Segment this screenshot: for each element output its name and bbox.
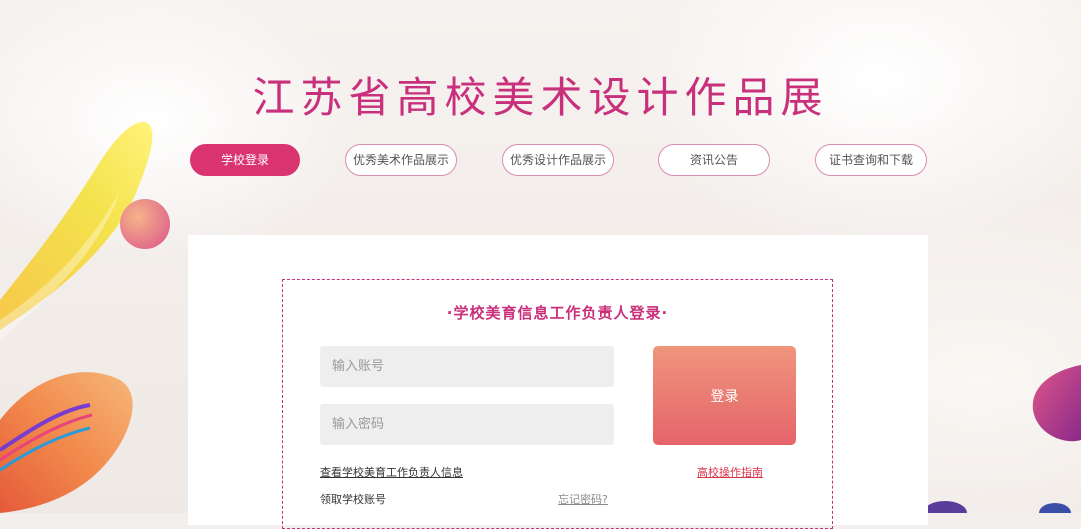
- nav-tab-news[interactable]: 资讯公告: [658, 144, 770, 176]
- password-input[interactable]: [320, 404, 614, 445]
- guide-link[interactable]: 高校操作指南: [697, 464, 763, 480]
- main-nav: 学校登录 优秀美术作品展示 优秀设计作品展示 资讯公告 证书查询和下载: [0, 144, 1081, 176]
- page-title: 江苏省高校美术设计作品展: [252, 73, 829, 123]
- login-form: ·学校美育信息工作负责人登录· 登录 查看学校美育工作负责人信息 高校操作指南 …: [282, 279, 833, 529]
- get-account-text: 领取学校账号: [320, 493, 386, 506]
- login-heading: ·学校美育信息工作负责人登录·: [446, 304, 669, 322]
- nav-tab-certificate[interactable]: 证书查询和下载: [815, 144, 927, 176]
- login-button[interactable]: 登录: [653, 346, 796, 445]
- nav-tab-art-works[interactable]: 优秀美术作品展示: [345, 144, 457, 176]
- forgot-password-link[interactable]: 忘记密码?: [558, 491, 608, 507]
- nav-tab-school-login[interactable]: 学校登录: [190, 144, 300, 176]
- view-info-link[interactable]: 查看学校美育工作负责人信息: [320, 464, 463, 480]
- nav-tab-design-works[interactable]: 优秀设计作品展示: [502, 144, 614, 176]
- account-input[interactable]: [320, 346, 614, 387]
